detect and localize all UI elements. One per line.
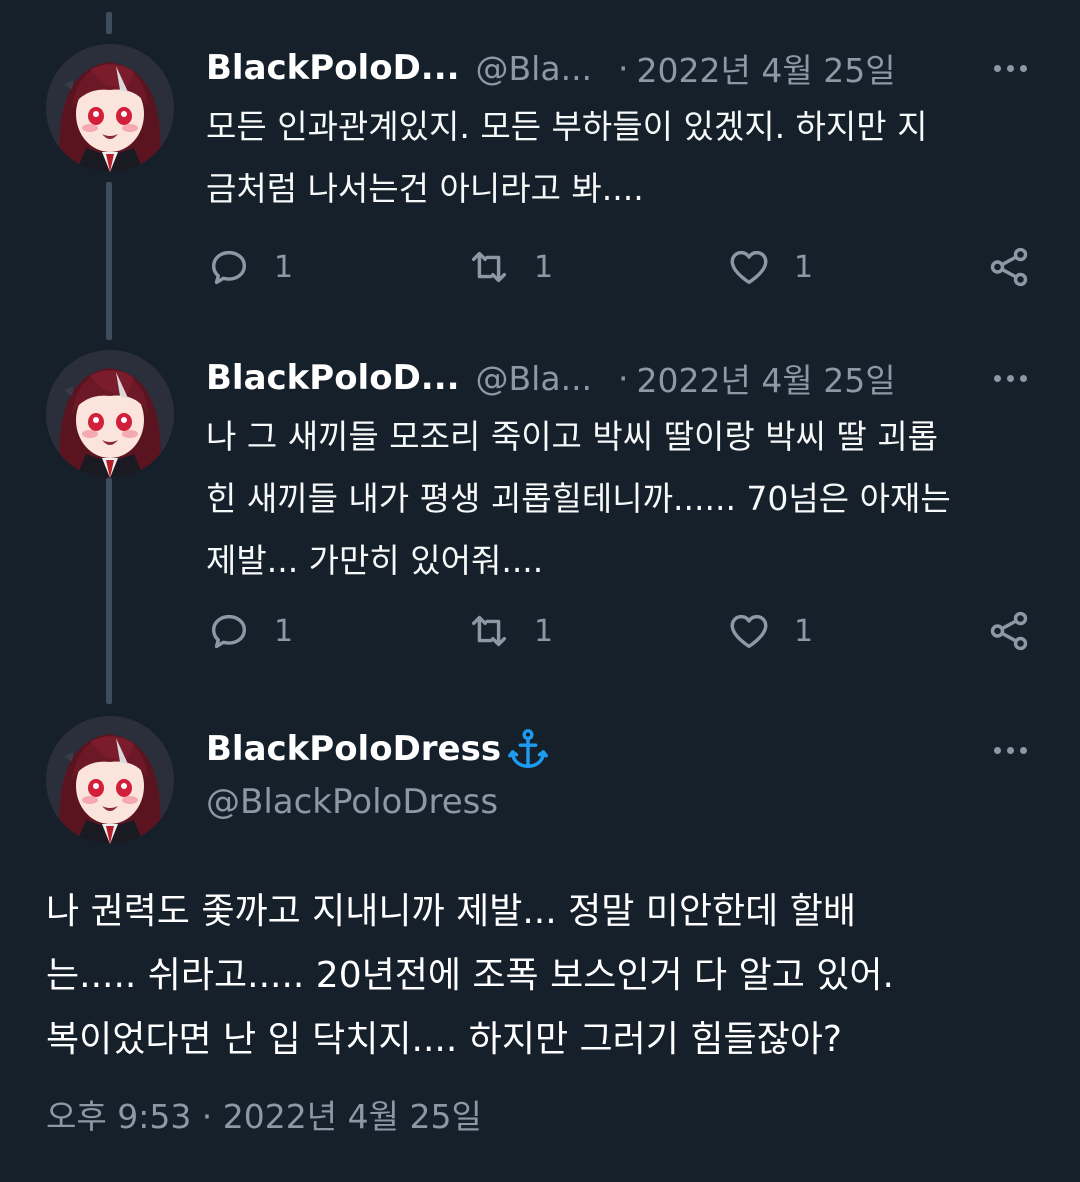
retweet-button[interactable]: 1 — [466, 242, 553, 292]
main-tweet-text: 나 권력도 좇까고 지내니까 제발... 정말 미안한데 할배 는..... 쉬… — [46, 891, 894, 1060]
retweet-count: 1 — [534, 613, 554, 649]
like-count: 1 — [794, 249, 814, 285]
anchor-icon — [508, 729, 549, 768]
avatar-image — [46, 350, 174, 478]
reply-icon — [211, 614, 247, 649]
reply-button[interactable]: 1 — [206, 242, 293, 292]
retweet-button[interactable]: 1 — [466, 606, 553, 656]
main-display-name-row: BlackPoloDress — [206, 726, 551, 772]
separator: · — [618, 358, 629, 398]
user-handle[interactable]: @Bla... — [476, 359, 593, 398]
more-options-icon[interactable] — [988, 356, 1032, 400]
display-name[interactable]: BlackPoloD... — [206, 358, 460, 398]
avatar-image — [46, 44, 174, 172]
avatar[interactable] — [46, 44, 174, 172]
avatar[interactable] — [46, 716, 174, 844]
avatar[interactable] — [46, 350, 174, 478]
display-name[interactable]: BlackPoloDress — [206, 729, 501, 769]
share-icon — [990, 611, 1028, 651]
like-button[interactable]: 1 — [726, 606, 813, 656]
tweet-text: 나 그 새끼들 모조리 죽이고 박씨 딸이랑 박씨 딸 괴롭 힌 새끼들 내가 … — [206, 417, 951, 580]
tweet-date[interactable]: 2022년 4월 25일 — [637, 44, 896, 92]
tweet-header: BlackPoloD... @Bla... · 2022년 4월 25일 — [206, 46, 896, 90]
display-name[interactable]: BlackPoloD... — [206, 48, 460, 88]
tweet-text: 모든 인과관계있지. 모든 부하들이 있겠지. 하지만 지 금처럼 나서는건 아… — [206, 107, 928, 208]
like-button[interactable]: 1 — [726, 242, 813, 292]
user-handle[interactable]: @BlackPoloDress — [206, 782, 498, 822]
share-button[interactable] — [986, 242, 1032, 292]
tweet-header: BlackPoloD... @Bla... · 2022년 4월 25일 — [206, 356, 896, 400]
heart-icon — [730, 614, 768, 649]
tweet-timestamp[interactable]: 오후 9:53 · 2022년 4월 25일 — [46, 1090, 482, 1138]
share-button[interactable] — [986, 606, 1032, 656]
avatar-image — [46, 716, 174, 844]
retweet-icon — [471, 251, 507, 283]
reply-count: 1 — [274, 249, 294, 285]
like-count: 1 — [794, 613, 814, 649]
more-options-icon[interactable] — [988, 46, 1032, 90]
reply-button[interactable]: 1 — [206, 606, 293, 656]
user-handle[interactable]: @Bla... — [476, 49, 593, 88]
separator: · — [618, 48, 629, 88]
thread-line-top — [106, 12, 112, 34]
reply-icon — [211, 250, 247, 285]
tweet-actions: 1 1 1 — [206, 242, 1036, 292]
thread-line-2 — [106, 478, 112, 704]
reply-count: 1 — [274, 613, 294, 649]
more-options-icon[interactable] — [988, 728, 1032, 772]
heart-icon — [730, 250, 768, 285]
tweet-date[interactable]: 2022년 4월 25일 — [637, 354, 896, 402]
retweet-count: 1 — [534, 249, 554, 285]
share-icon — [990, 247, 1028, 287]
retweet-icon — [471, 615, 507, 647]
thread-line-1 — [106, 182, 112, 340]
tweet-actions: 1 1 1 — [206, 606, 1036, 656]
